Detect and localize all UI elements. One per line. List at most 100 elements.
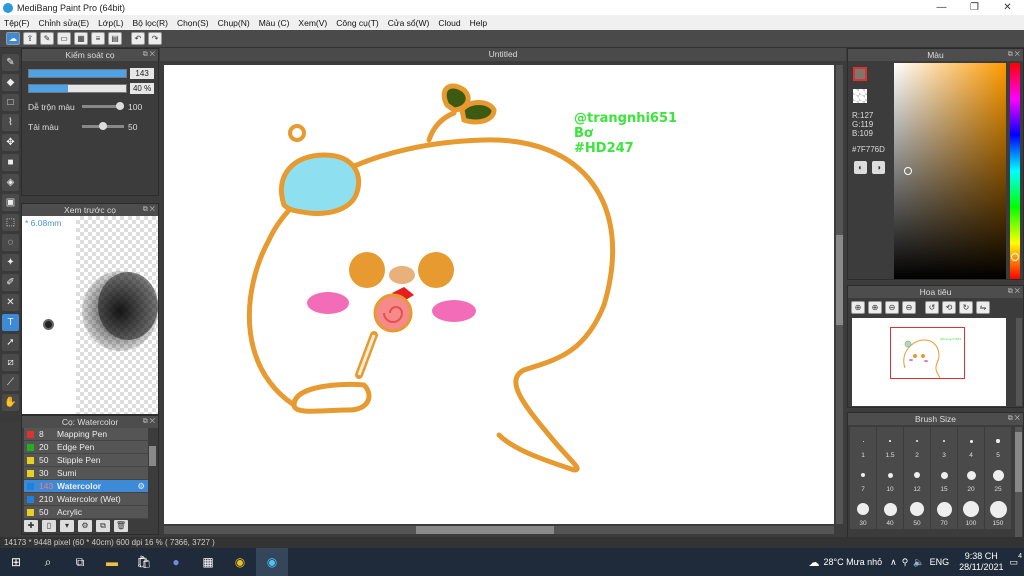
hand-tool-icon[interactable]: ✋ (2, 394, 19, 411)
brush-tool-icon[interactable]: ✎ (2, 54, 19, 71)
network-icon[interactable]: ⚲ (902, 557, 909, 568)
menu-view[interactable]: Xem(V) (298, 18, 327, 28)
menu-snap[interactable]: Chụp(N) (218, 18, 250, 28)
panel-float-icon[interactable]: ⧉ ✕ (143, 49, 155, 61)
brush-size-slider[interactable] (28, 69, 128, 78)
menu-filter[interactable]: Bộ lọc(R) (133, 18, 168, 28)
delete-brush-icon[interactable]: 🗑 (114, 520, 128, 532)
palette-icon[interactable]: ◐ (854, 161, 867, 174)
brush-size-scrollbar[interactable] (1015, 427, 1022, 537)
navigator-scrollbar[interactable] (1016, 318, 1022, 406)
brush-menu-icon[interactable]: ▾ (60, 520, 74, 532)
brush-size-option[interactable]: 150 (985, 495, 1011, 529)
brush-settings-icon[interactable]: ⚙ (78, 520, 92, 532)
canvas-paper[interactable]: @trangnhi651 Bơ #HD247 (164, 65, 834, 524)
document-tab[interactable]: Untitled (160, 48, 846, 61)
brush-size-option[interactable]: 12 (904, 461, 930, 495)
rotate-right-icon[interactable]: ↻ (959, 301, 973, 314)
brush-list-item[interactable]: 50 Acrylic (24, 506, 148, 519)
opacity-slider[interactable] (28, 84, 128, 93)
text-tool-icon[interactable]: T (2, 314, 19, 331)
task-view-icon[interactable]: ⧉ (64, 548, 96, 576)
brush-list-item[interactable]: 210 Watercolor (Wet) (24, 493, 148, 506)
cloud-icon[interactable]: ☁ (6, 32, 20, 45)
rotate-left-icon[interactable]: ↺ (925, 301, 939, 314)
brush-size-option[interactable]: 7 (850, 461, 876, 495)
window-icon[interactable]: ▭ (57, 32, 71, 45)
brush-size-option[interactable]: 5 (985, 427, 1011, 461)
gradient-tool-icon[interactable]: ▣ (2, 194, 19, 211)
brush-size-option[interactable]: 25 (985, 461, 1011, 495)
zoom-out-icon[interactable]: ⊕ (868, 301, 882, 314)
brush-size-option[interactable]: 3 (931, 427, 957, 461)
saturation-value-picker[interactable] (894, 63, 1006, 279)
color-picker-cursor[interactable] (904, 167, 912, 175)
menu-tools[interactable]: Công cụ(T) (336, 18, 379, 28)
panel-float-icon[interactable]: ⧉ ✕ (1008, 49, 1020, 61)
rotate-reset-icon[interactable]: ⟲ (942, 301, 956, 314)
brush-size-option[interactable]: 1 (850, 427, 876, 461)
share-icon[interactable]: ⇪ (23, 32, 37, 45)
panel-float-icon[interactable]: ⧉ ✕ (1008, 413, 1020, 425)
reload-knob[interactable] (99, 122, 107, 130)
brush-size-option[interactable]: 40 (877, 495, 903, 529)
teams-icon[interactable]: ● (160, 548, 192, 576)
brush-list-item[interactable]: 8 Mapping Pen (24, 428, 148, 441)
lasso-tool-icon[interactable]: ◌ (2, 234, 19, 251)
dot-tool-icon[interactable]: □ (2, 94, 19, 111)
brush-size-option[interactable]: 15 (931, 461, 957, 495)
new-brush-icon[interactable]: ▯ (42, 520, 56, 532)
panel-float-icon[interactable]: ⧉ ✕ (1008, 286, 1020, 298)
list-icon[interactable]: ≡ (91, 32, 105, 45)
canvas-horizontal-scrollbar[interactable] (164, 526, 834, 534)
operation-tool-icon[interactable]: ➚ (2, 334, 19, 351)
brush-size-value[interactable]: 143 (130, 68, 154, 79)
minimize-button[interactable]: — (925, 2, 958, 13)
brush-size-option[interactable]: 10 (877, 461, 903, 495)
clock-date[interactable]: 28/11/2021 (959, 562, 1003, 573)
menu-edit[interactable]: Chỉnh sửa(E) (39, 18, 90, 28)
select-pen-icon[interactable]: ✐ (2, 274, 19, 291)
brush-list-item[interactable]: 20 Edge Pen (24, 441, 148, 454)
hue-slider[interactable] (1010, 63, 1020, 279)
zoom-in-icon[interactable]: ⊕ (851, 301, 865, 314)
blend-knob[interactable] (116, 102, 124, 110)
search-icon[interactable]: ⌕ (32, 548, 64, 576)
brush-size-option[interactable]: 30 (850, 495, 876, 529)
select-eraser-icon[interactable]: ✕ (2, 294, 19, 311)
hue-cursor[interactable] (1011, 253, 1019, 261)
brush-list-item[interactable]: 50 Stipple Pen (24, 454, 148, 467)
panel-float-icon[interactable]: ⧉ ✕ (143, 416, 155, 428)
foreground-color-swatch[interactable] (853, 67, 867, 81)
clock-time[interactable]: 9:38 CH (959, 551, 1003, 562)
file-explorer-icon[interactable]: ▬ (96, 548, 128, 576)
divide-tool-icon[interactable]: ⧄ (2, 354, 19, 371)
select-tool-icon[interactable]: ⬚ (2, 214, 19, 231)
canvas-vscroll-thumb[interactable] (836, 235, 843, 325)
fill-tool-icon[interactable]: ◈ (2, 174, 19, 191)
close-button[interactable]: ✕ (991, 2, 1024, 13)
graph-tool-icon[interactable]: ⌇ (2, 114, 19, 131)
zoom-fit-icon[interactable]: ⊖ (885, 301, 899, 314)
zoom-actual-icon[interactable]: ⊖ (902, 301, 916, 314)
brush-size-option[interactable]: 2 (904, 427, 930, 461)
brush-size-option[interactable]: 50 (904, 495, 930, 529)
navigator-thumbnail[interactable]: @trangnhi651 (852, 318, 1006, 406)
blend-slider[interactable] (82, 102, 124, 110)
canvas-vertical-scrollbar[interactable] (836, 65, 843, 524)
medibang-taskbar-icon[interactable]: ◉ (256, 548, 288, 576)
panel-float-icon[interactable]: ⧉ ✕ (143, 204, 155, 216)
weather-text[interactable]: 28°C Mưa nhỏ (824, 557, 883, 567)
panels-icon[interactable]: ▤ (108, 32, 122, 45)
menu-select[interactable]: Chọn(S) (177, 18, 209, 28)
undo-icon[interactable]: ↶ (131, 32, 145, 45)
reload-slider[interactable] (82, 122, 124, 130)
notification-icon[interactable]: ▭ 4 (1009, 553, 1022, 568)
shape-tool-icon[interactable]: ■ (2, 154, 19, 171)
maximize-button[interactable]: ❐ (958, 2, 991, 13)
brush-size-option[interactable]: 100 (958, 495, 984, 529)
eyedropper-icon[interactable]: ⟋ (2, 374, 19, 391)
eraser-tool-icon[interactable]: ◆ (2, 74, 19, 91)
flip-icon[interactable]: ⇋ (976, 301, 990, 314)
add-brush-icon[interactable]: ✚ (24, 520, 38, 532)
